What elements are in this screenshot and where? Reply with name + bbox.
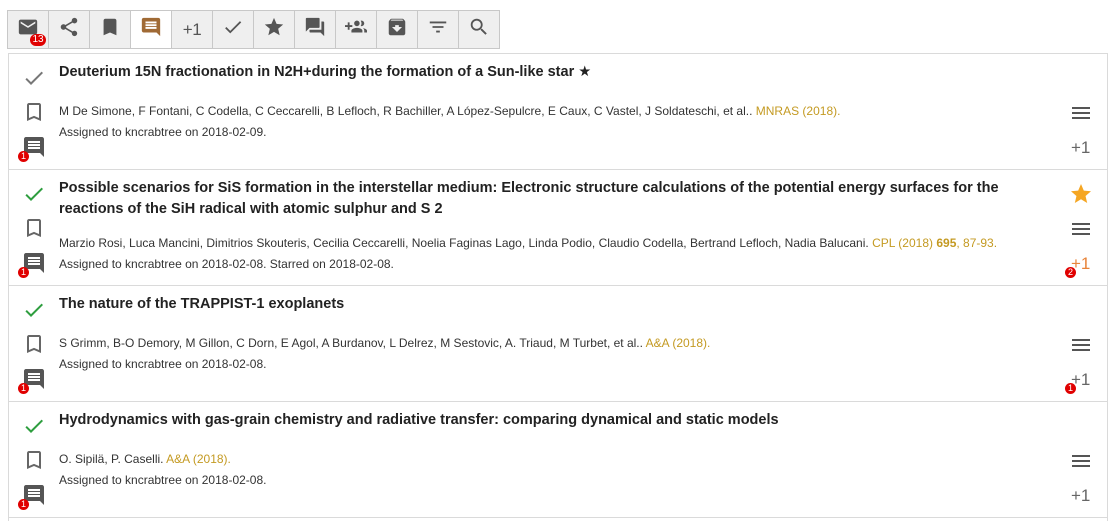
filter-icon (427, 16, 449, 43)
inbox-count-badge: 13 (30, 34, 46, 46)
entry-actions-right: +1 (1057, 402, 1107, 517)
assigned-button[interactable] (213, 11, 254, 48)
forum-icon (304, 16, 326, 43)
paper-authors: O. Sipilä, P. Caselli. A&A (2018). (59, 451, 1049, 467)
entry-actions-right: +1 1 (1057, 286, 1107, 401)
group-add-icon (345, 16, 367, 43)
journal-link[interactable]: CPL (2018) 695, 87-93. (872, 236, 997, 250)
paper-title[interactable]: Possible scenarios for SiS formation in … (59, 178, 1019, 220)
archive-icon (386, 16, 408, 43)
assignment-note: Assigned to kncrabtree on 2018-02-08. St… (59, 257, 394, 271)
entry-actions-left: 1 (9, 170, 59, 285)
entry-actions-right: +1 (1057, 54, 1107, 169)
filter-button[interactable] (418, 11, 459, 48)
menu-icon[interactable] (1069, 217, 1093, 241)
plus-one-count-badge: 2 (1065, 267, 1076, 278)
bookmark-icon (99, 16, 121, 43)
paper-authors: Marzio Rosi, Luca Mancini, Dimitrios Sko… (59, 235, 1049, 251)
authors-text: O. Sipilä, P. Caselli. (59, 452, 167, 466)
journal-link[interactable]: A&A (2018). (166, 452, 231, 466)
star-icon[interactable] (1069, 182, 1093, 206)
plus-one-button[interactable]: +1 (1071, 138, 1090, 158)
journal-link[interactable]: A&A (2018). (646, 336, 711, 350)
entry-actions-left: 1 (9, 54, 59, 169)
entry-actions-right: +1 2 (1057, 170, 1107, 285)
discussions-button[interactable] (295, 11, 336, 48)
comment-count-badge: 1 (18, 383, 29, 394)
bookmark-outline-icon[interactable] (22, 332, 46, 356)
plus-one-button[interactable]: +1 (1071, 486, 1090, 506)
bookmark-outline-icon[interactable] (22, 216, 46, 240)
list-item: 1 The nature of the TRAPPIST-1 exoplanet… (9, 286, 1107, 402)
authors-text: Marzio Rosi, Luca Mancini, Dimitrios Sko… (59, 236, 873, 250)
menu-icon[interactable] (1069, 333, 1093, 357)
authors-text: M De Simone, F Fontani, C Codella, C Cec… (59, 104, 756, 118)
list-item: 1 Possible scenarios for SiS formation i… (9, 170, 1107, 286)
comment-count-badge: 1 (18, 267, 29, 278)
comments-button[interactable] (131, 11, 172, 48)
paper-title[interactable]: Hydrodynamics with gas-grain chemistry a… (59, 410, 1019, 431)
plus-one-button[interactable]: +1 (172, 11, 213, 48)
check-icon[interactable] (22, 66, 46, 90)
check-icon (222, 16, 244, 43)
bookmark-outline-icon[interactable] (22, 100, 46, 124)
journal-name: CPL (2018) (872, 236, 937, 250)
search-icon (468, 16, 490, 43)
bookmark-outline-icon[interactable] (22, 448, 46, 472)
list-item: 1 Deuterium 15N fractionation in N2H+dur… (9, 54, 1107, 170)
journal-pages: , 87-93. (956, 236, 998, 250)
plus-one-count-badge: 1 (1065, 383, 1076, 394)
paper-authors: S Grimm, B-O Demory, M Gillon, C Dorn, E… (59, 335, 1049, 351)
assignment-note: Assigned to kncrabtree on 2018-02-09. (59, 125, 267, 139)
search-button[interactable] (459, 11, 499, 48)
archive-button[interactable] (377, 11, 418, 48)
check-icon[interactable] (22, 414, 46, 438)
paper-title[interactable]: Deuterium 15N fractionation in N2H+durin… (59, 62, 1019, 83)
group-button[interactable] (336, 11, 377, 48)
bookmarks-button[interactable] (90, 11, 131, 48)
inbox-button[interactable]: 13 (8, 11, 49, 48)
check-icon[interactable] (22, 182, 46, 206)
toolbar: 13 +1 (7, 10, 500, 49)
journal-link[interactable]: MNRAS (2018). (756, 104, 841, 118)
paper-list: 1 Deuterium 15N fractionation in N2H+dur… (8, 53, 1108, 521)
entry-actions-left: 1 (9, 402, 59, 517)
list-item: 1 Hydrodynamics with gas-grain chemistry… (9, 402, 1107, 518)
star-icon (263, 16, 285, 43)
paper-title[interactable]: The nature of the TRAPPIST-1 exoplanets (59, 294, 1019, 315)
plus-one-label: +1 (182, 19, 202, 39)
authors-text: S Grimm, B-O Demory, M Gillon, C Dorn, E… (59, 336, 646, 350)
shared-button[interactable] (49, 11, 90, 48)
entry-actions-left: 1 (9, 286, 59, 401)
share-icon (58, 16, 80, 43)
paper-authors: M De Simone, F Fontani, C Codella, C Cec… (59, 103, 1049, 119)
comment-icon (140, 16, 162, 43)
starred-button[interactable] (254, 11, 295, 48)
journal-volume: 695 (936, 236, 957, 250)
menu-icon[interactable] (1069, 449, 1093, 473)
comment-count-badge: 1 (18, 499, 29, 510)
check-icon[interactable] (22, 298, 46, 322)
assignment-note: Assigned to kncrabtree on 2018-02-08. (59, 473, 267, 487)
comment-count-badge: 1 (18, 151, 29, 162)
menu-icon[interactable] (1069, 101, 1093, 125)
assignment-note: Assigned to kncrabtree on 2018-02-08. (59, 357, 267, 371)
